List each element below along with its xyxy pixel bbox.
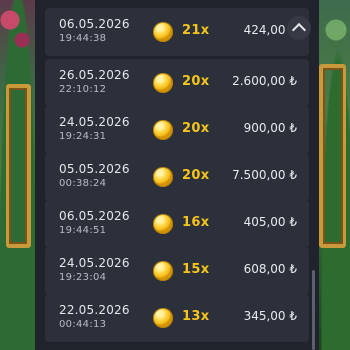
gold-coin-icon bbox=[153, 120, 173, 140]
history-row[interactable]: 05.05.2026 00:38:24 20x 7.500,00 ₺ bbox=[45, 153, 309, 201]
reel-frame-left bbox=[6, 84, 31, 248]
game-screen: 06.05.2026 19:44:38 21x 424,00 ₺ 26.05.2… bbox=[0, 0, 350, 350]
row-date: 24.05.2026 bbox=[59, 115, 130, 129]
history-row[interactable]: 24.05.2026 19:24:31 20x 900,00 ₺ bbox=[45, 106, 309, 154]
row-time: 00:38:24 bbox=[59, 178, 107, 189]
history-row[interactable]: 06.05.2026 19:44:51 16x 405,00 ₺ bbox=[45, 200, 309, 248]
gold-coin-icon bbox=[153, 214, 173, 234]
row-amount: 405,00 ₺ bbox=[243, 215, 297, 229]
row-amount: 2.600,00 ₺ bbox=[232, 74, 297, 88]
row-date: 24.05.2026 bbox=[59, 256, 130, 270]
row-date: 26.05.2026 bbox=[59, 68, 130, 82]
row-multiplier: 21x bbox=[182, 23, 210, 38]
history-row[interactable]: 22.05.2026 00:44:13 13x 345,00 ₺ bbox=[45, 294, 309, 342]
history-row[interactable]: 24.05.2026 19:23:04 15x 608,00 ₺ bbox=[45, 247, 309, 295]
row-date: 06.05.2026 bbox=[59, 17, 130, 31]
row-multiplier: 15x bbox=[182, 262, 210, 277]
gold-coin-icon bbox=[153, 261, 173, 281]
row-multiplier: 16x bbox=[182, 215, 210, 230]
row-amount: 900,00 ₺ bbox=[243, 121, 297, 135]
gold-coin-icon bbox=[153, 167, 173, 187]
reel-frame-right bbox=[319, 64, 346, 248]
row-multiplier: 20x bbox=[182, 74, 210, 89]
row-multiplier: 20x bbox=[182, 168, 210, 183]
gold-coin-icon bbox=[153, 73, 173, 93]
row-time: 19:24:31 bbox=[59, 131, 107, 142]
row-time: 19:44:38 bbox=[59, 33, 107, 44]
row-amount: 608,00 ₺ bbox=[243, 262, 297, 276]
gold-coin-icon bbox=[153, 22, 173, 42]
row-amount: 7.500,00 ₺ bbox=[232, 168, 297, 182]
chevron-up-icon bbox=[291, 22, 307, 38]
row-time: 19:23:04 bbox=[59, 272, 107, 283]
scrollbar-thumb[interactable] bbox=[312, 270, 315, 350]
row-date: 22.05.2026 bbox=[59, 303, 130, 317]
row-date: 06.05.2026 bbox=[59, 209, 130, 223]
row-multiplier: 20x bbox=[182, 121, 210, 136]
row-time: 00:44:13 bbox=[59, 319, 107, 330]
row-time: 22:10:12 bbox=[59, 84, 107, 95]
row-date: 05.05.2026 bbox=[59, 162, 130, 176]
win-history-panel: 06.05.2026 19:44:38 21x 424,00 ₺ 26.05.2… bbox=[35, 0, 319, 350]
history-row[interactable]: 26.05.2026 22:10:12 20x 2.600,00 ₺ bbox=[45, 59, 309, 107]
gold-coin-icon bbox=[153, 308, 173, 328]
scroll-up-button[interactable] bbox=[287, 16, 311, 40]
row-time: 19:44:51 bbox=[59, 225, 107, 236]
history-row[interactable]: 06.05.2026 19:44:38 21x 424,00 ₺ bbox=[45, 8, 309, 56]
row-multiplier: 13x bbox=[182, 309, 210, 324]
row-amount: 345,00 ₺ bbox=[243, 309, 297, 323]
